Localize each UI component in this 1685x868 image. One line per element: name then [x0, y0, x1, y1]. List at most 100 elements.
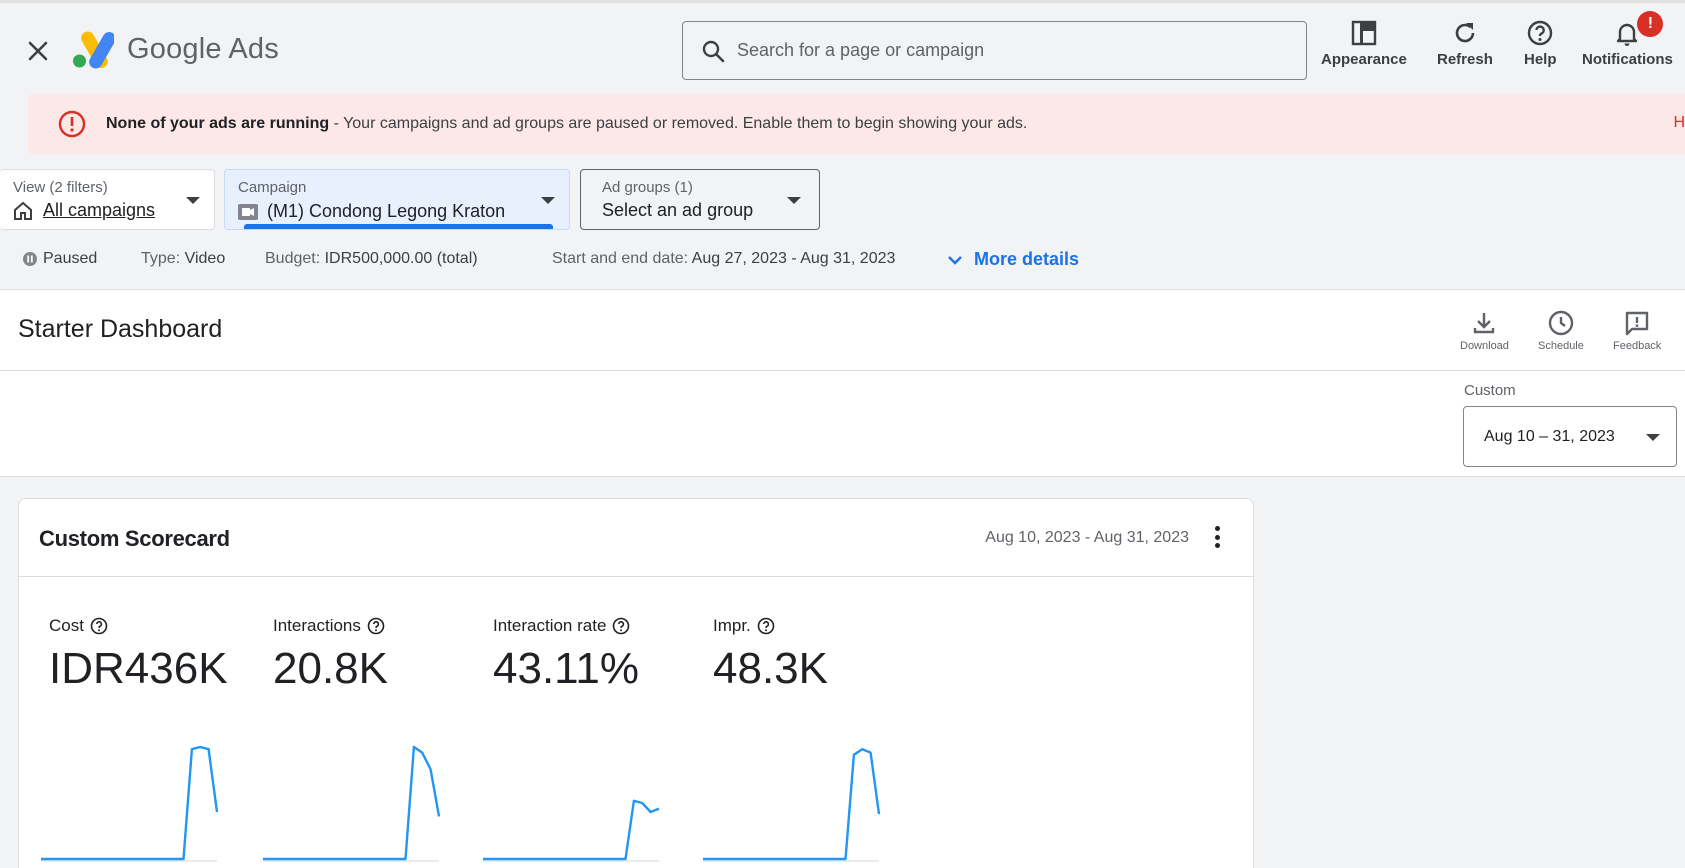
error-icon: [58, 110, 86, 138]
more-options-button[interactable]: [1205, 523, 1229, 551]
sparkline-series: [483, 799, 660, 861]
metric-label-text: Interaction rate: [493, 616, 607, 635]
campaign-type: Type: Video: [141, 250, 225, 268]
date-range-value: Aug 10 – 31, 2023: [1484, 427, 1615, 445]
feedback-button[interactable]: Feedback: [1613, 310, 1661, 352]
alert-text: None of your ads are running - Your camp…: [106, 115, 1027, 133]
campaign-dates: Start and end date: Aug 27, 2023 - Aug 3…: [552, 250, 895, 268]
custom-scorecard: Custom Scorecard Aug 10, 2023 - Aug 31, …: [18, 498, 1254, 868]
date-range-row: Custom Aug 10 – 31, 2023: [0, 371, 1685, 477]
page-title: Starter Dashboard: [18, 315, 223, 343]
campaign-filter-label: Campaign: [238, 179, 307, 196]
chevron-down-icon: [948, 255, 962, 265]
metric-cost: Cost IDR436K: [49, 616, 228, 694]
view-filter[interactable]: View (2 filters) All campaigns: [0, 169, 215, 230]
schedule-button[interactable]: Schedule: [1538, 310, 1584, 352]
help-button[interactable]: Help: [1524, 19, 1557, 68]
sparkline-series: [41, 745, 219, 861]
notifications-icon-wrap: !: [1613, 11, 1664, 47]
help-icon[interactable]: [757, 617, 775, 635]
home-icon: [14, 201, 32, 220]
scorecard-header: Custom Scorecard Aug 10, 2023 - Aug 31, …: [19, 499, 1253, 577]
metric-interaction-rate: Interaction rate 43.11%: [493, 616, 639, 694]
chevron-down-icon: [186, 197, 200, 204]
type-key: Type:: [141, 250, 181, 267]
help-icon: [1528, 20, 1553, 46]
view-filter-value: All campaigns: [43, 200, 156, 220]
scorecard-title: Custom Scorecard: [39, 526, 230, 551]
date-range-label: Custom: [1464, 382, 1516, 399]
view-filter-value-wrap: All campaigns: [13, 200, 155, 221]
close-icon: [28, 41, 48, 61]
metric-label: Cost: [49, 616, 228, 636]
video-campaign-icon: [238, 203, 258, 220]
date-range-select[interactable]: Aug 10 – 31, 2023: [1463, 406, 1677, 467]
impressions-sparkline: [703, 747, 881, 862]
appearance-label: Appearance: [1321, 51, 1407, 68]
search-input[interactable]: [737, 40, 1257, 61]
metric-value: IDR436K: [49, 644, 228, 693]
interactions-sparkline: [263, 745, 441, 862]
view-filter-label: View (2 filters): [13, 179, 108, 196]
campaign-details: Paused Type: Video Budget: IDR500,000.00…: [0, 250, 1100, 272]
notifications-button[interactable]: ! Notifications: [1582, 11, 1673, 68]
campaign-filter-value-wrap: (M1) Condong Legong Kraton: [238, 201, 505, 222]
campaign-filter-value: (M1) Condong Legong Kraton: [267, 201, 506, 221]
paused-icon: [23, 252, 37, 266]
campaign-selected-indicator: [244, 224, 553, 229]
close-button[interactable]: [22, 35, 54, 67]
status-text: Paused: [43, 250, 98, 267]
interaction-rate-sparkline: [483, 799, 660, 862]
appearance-button[interactable]: Appearance: [1321, 19, 1407, 68]
ad-groups-filter-value: Select an ad group: [602, 200, 754, 220]
ad-groups-filter-label: Ad groups (1): [602, 179, 693, 196]
feedback-icon: [1625, 311, 1649, 336]
sparkline-series: [263, 745, 441, 861]
brand-google: Google: [127, 33, 222, 65]
help-icon[interactable]: [367, 617, 385, 635]
brand-wordmark: Google Ads: [127, 33, 279, 66]
top-bar: Google Ads Appearance Refresh Help ! Not…: [0, 0, 1685, 94]
schedule-icon: [1548, 310, 1574, 336]
metric-label-text: Impr.: [713, 616, 751, 635]
metric-value: 48.3K: [713, 644, 828, 693]
refresh-label: Refresh: [1437, 51, 1493, 68]
search-box[interactable]: [682, 21, 1307, 80]
sparkline-series: [703, 747, 881, 861]
chevron-down-icon: [541, 197, 555, 204]
alert-title: None of your ads are running: [106, 115, 330, 132]
metric-label: Impr.: [713, 616, 828, 636]
alert-message: - Your campaigns and ad groups are pause…: [329, 115, 1028, 132]
download-label: Download: [1460, 340, 1509, 352]
help-icon[interactable]: [612, 617, 630, 635]
download-button[interactable]: Download: [1460, 310, 1509, 352]
help-icon[interactable]: [90, 617, 108, 635]
chevron-down-icon: [1646, 434, 1660, 441]
metric-label: Interactions: [273, 616, 388, 636]
ad-groups-filter[interactable]: Ad groups (1) Select an ad group: [580, 169, 820, 230]
campaign-filter[interactable]: Campaign (M1) Condong Legong Kraton: [224, 169, 570, 230]
appearance-icon: [1351, 20, 1377, 46]
alert-action-link[interactable]: H: [1673, 114, 1685, 132]
kebab-dot: [1214, 526, 1220, 531]
kebab-dot: [1214, 543, 1220, 548]
dashboard-header: Starter Dashboard Download Schedule Feed…: [0, 289, 1685, 371]
google-ads-logo-icon[interactable]: [72, 31, 114, 69]
more-details-label: More details: [974, 249, 1080, 269]
feedback-label: Feedback: [1613, 340, 1662, 352]
brand-ads: Ads: [228, 33, 279, 65]
scorecard-date-range: Aug 10, 2023 - Aug 31, 2023: [985, 529, 1189, 546]
metric-value: 20.8K: [273, 644, 388, 693]
cost-sparkline: [41, 745, 219, 862]
metric-label: Interaction rate: [493, 616, 639, 636]
more-details-button[interactable]: More details: [946, 249, 1079, 270]
type-value: Video: [184, 250, 226, 267]
refresh-icon: [1455, 23, 1475, 43]
refresh-button[interactable]: Refresh: [1437, 19, 1493, 68]
campaign-status: Paused: [22, 250, 97, 268]
notification-badge: !: [1637, 11, 1664, 37]
dates-key: Start and end date:: [552, 250, 689, 267]
kebab-dot: [1214, 534, 1220, 540]
campaign-budget: Budget: IDR500,000.00 (total): [265, 250, 478, 268]
budget-key: Budget:: [265, 250, 321, 267]
